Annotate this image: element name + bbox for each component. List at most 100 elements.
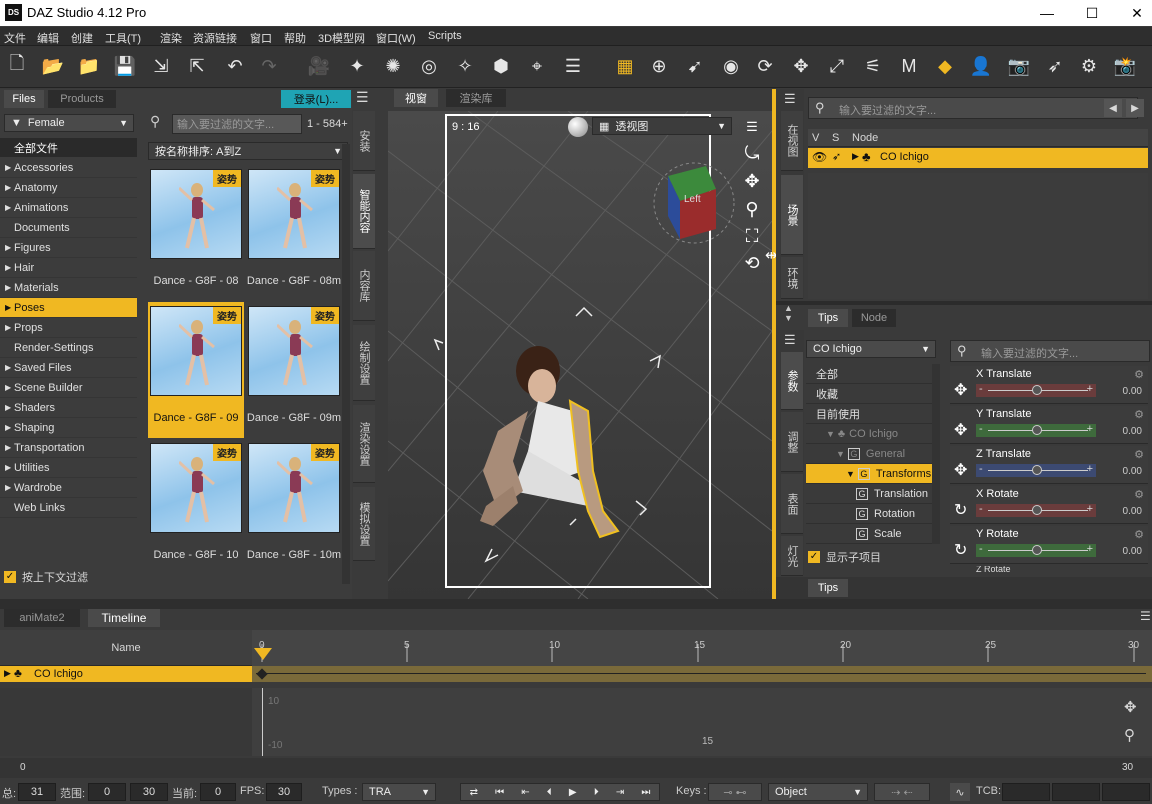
- checkbox-checked-icon[interactable]: ✓: [808, 551, 820, 563]
- scene-side-tab[interactable]: 场景: [781, 175, 803, 255]
- viewport-menu-icon[interactable]: ☰: [740, 115, 764, 139]
- zoom-icon[interactable]: ⚲: [740, 197, 764, 221]
- panel-menu-icon[interactable]: ☰: [1140, 609, 1151, 623]
- select-arrow-icon[interactable]: ➶: [832, 150, 841, 163]
- pan-graph-icon[interactable]: ✥: [1124, 698, 1137, 716]
- graph-area[interactable]: 10 -10 15 ✥ ⚲: [252, 688, 1152, 756]
- collapse-arrow-icon[interactable]: ▼: [826, 429, 835, 439]
- render-settings-icon[interactable]: ⚙: [1076, 53, 1102, 79]
- expand-arrow-icon[interactable]: ▶: [5, 283, 11, 292]
- scene-splitter[interactable]: [776, 301, 1152, 305]
- gear-icon[interactable]: ⚙: [1134, 488, 1144, 501]
- checkbox-checked-icon[interactable]: ✓: [4, 571, 16, 583]
- range-start-field[interactable]: 0: [88, 783, 126, 801]
- create-camera-icon[interactable]: 🎥: [306, 53, 332, 79]
- param-tree-item[interactable]: 全部: [806, 364, 932, 384]
- dial-icon[interactable]: ◎: [416, 53, 442, 79]
- menu-create[interactable]: 创建: [71, 30, 93, 46]
- expand-arrow-icon[interactable]: ▶: [5, 383, 11, 392]
- category-item[interactable]: ▶ Animations: [0, 198, 137, 218]
- tcb-tension-field[interactable]: [1002, 783, 1050, 801]
- range-end-field[interactable]: 30: [130, 783, 168, 801]
- close-button[interactable]: ✕: [1114, 0, 1152, 26]
- current-field[interactable]: 0: [200, 783, 236, 801]
- timeline-splitter[interactable]: [0, 599, 1152, 609]
- open-folder-icon[interactable]: 📂: [40, 53, 66, 79]
- menu-render[interactable]: 渲染: [160, 30, 182, 46]
- eye-icon[interactable]: 👁: [812, 150, 827, 164]
- pan-icon[interactable]: ✥: [740, 169, 764, 193]
- side-tab[interactable]: 内容库: [353, 251, 375, 321]
- render-camera-icon[interactable]: 📸: [1112, 53, 1138, 79]
- pose-thumbnail-label[interactable]: Dance - G8F - 08: [148, 275, 244, 287]
- primitive-icon[interactable]: ⬢: [488, 53, 514, 79]
- panel-menu-icon[interactable]: ☰: [784, 332, 796, 348]
- import-icon[interactable]: ⇲: [148, 53, 174, 79]
- param-tree-item[interactable]: ▼ ♣ CO Ichigo: [806, 424, 932, 444]
- expand-arrow-icon[interactable]: ▶: [5, 463, 11, 472]
- translate-tool-icon[interactable]: ✥: [788, 53, 814, 79]
- scale-tool-icon[interactable]: ⤢: [824, 53, 850, 79]
- property-slider-row[interactable]: ✥ Z Translate - + 0.00 ⚙: [950, 446, 1148, 484]
- node-select-icon[interactable]: ➹: [682, 53, 708, 79]
- category-item[interactable]: ▶ Shaping: [0, 418, 137, 438]
- curve-icon[interactable]: ∿: [950, 783, 970, 801]
- next-key-icon[interactable]: ⇥: [616, 787, 624, 798]
- property-slider-row[interactable]: ✥ X Translate - + 0.00 ⚙: [950, 366, 1148, 404]
- reset-view-icon[interactable]: ⟲: [740, 251, 764, 275]
- prev-arrow-icon[interactable]: ◀: [1104, 99, 1122, 117]
- collapse-arrows-icon[interactable]: ▲ ▼: [784, 303, 793, 323]
- menu-tools[interactable]: 工具(T): [105, 30, 141, 46]
- align-icon[interactable]: ☰: [560, 53, 586, 79]
- context-filter-row[interactable]: ✓ 按上下文过滤: [4, 568, 134, 586]
- category-item[interactable]: ▶ Materials: [0, 278, 137, 298]
- param-tree-item[interactable]: 目前使用: [806, 404, 932, 424]
- tab-files[interactable]: Files: [4, 90, 44, 108]
- category-item[interactable]: ▶ Scene Builder: [0, 378, 137, 398]
- expand-arrow-icon[interactable]: ▶: [5, 183, 11, 192]
- maximize-button[interactable]: ☐: [1069, 0, 1115, 26]
- category-item[interactable]: ▶ Figures: [0, 238, 137, 258]
- pose-thumbnail-label[interactable]: Dance - G8F - 10: [148, 549, 244, 561]
- pose-thumbnail[interactable]: 姿势: [150, 443, 242, 533]
- keys-controls-icon[interactable]: ⊸ ⊷: [708, 783, 762, 801]
- property-value[interactable]: 0.00: [1123, 426, 1142, 437]
- spotlight-icon[interactable]: ✦: [344, 53, 370, 79]
- render-icon[interactable]: 📷: [1006, 53, 1032, 79]
- tree-scrollbar[interactable]: [932, 364, 940, 544]
- tab-animate2[interactable]: aniMate2: [4, 609, 80, 627]
- property-value[interactable]: 0.00: [1123, 466, 1142, 477]
- category-item[interactable]: ▶ Props: [0, 318, 137, 338]
- category-item[interactable]: ▶ Poses: [0, 298, 137, 318]
- scene-search-input[interactable]: ⚲ 输入要过滤的文字...: [808, 97, 1138, 119]
- params-search-input[interactable]: ⚲ 输入要过滤的文字...: [950, 340, 1150, 362]
- panel-menu-icon[interactable]: ☰: [356, 89, 369, 106]
- keyframe-marker[interactable]: [256, 668, 268, 680]
- menu-help[interactable]: 帮助: [284, 30, 306, 46]
- geometry-editor-icon[interactable]: M: [896, 53, 922, 79]
- login-button[interactable]: 登录(L)...: [281, 90, 351, 108]
- 3d-viewport[interactable]: 9 : 16 ▦ 透视图 ▼ Left ☰ ⤿ ✥ ⚲ ⛶ ⟲: [388, 111, 772, 599]
- export-icon[interactable]: ⇱: [184, 53, 210, 79]
- param-tree-item[interactable]: 收藏: [806, 384, 932, 404]
- category-item[interactable]: ▶ Utilities: [0, 458, 137, 478]
- collapse-arrow-icon[interactable]: ▼: [836, 449, 845, 459]
- all-files-item[interactable]: 全部文件: [0, 138, 137, 157]
- expand-arrow-icon[interactable]: ▶: [5, 423, 11, 432]
- minimize-button[interactable]: —: [1024, 0, 1070, 26]
- property-value[interactable]: 0.00: [1123, 506, 1142, 517]
- scene-node-row[interactable]: 👁 ➶ ▶ ♣ CO Ichigo: [808, 148, 1148, 168]
- pose-thumbnail[interactable]: 姿势: [248, 443, 340, 533]
- expand-arrow-icon[interactable]: ▶: [5, 243, 11, 252]
- params-side-tab[interactable]: 表面: [781, 474, 803, 534]
- params-side-tab[interactable]: 参数: [781, 352, 803, 410]
- param-tree-item[interactable]: ▼ G General: [806, 444, 932, 464]
- skip-end-icon[interactable]: ⏭: [641, 787, 650, 798]
- save-icon[interactable]: 💾: [112, 53, 138, 79]
- category-item[interactable]: ▶ Accessories: [0, 158, 137, 178]
- category-item[interactable]: Web Links: [0, 498, 137, 518]
- expand-arrow-icon[interactable]: ▶: [5, 403, 11, 412]
- expand-arrow-icon[interactable]: ▶: [5, 323, 11, 332]
- show-sub-items-row[interactable]: ✓ 显示子项目: [808, 548, 938, 566]
- pose-thumbnail[interactable]: 姿势: [248, 169, 340, 259]
